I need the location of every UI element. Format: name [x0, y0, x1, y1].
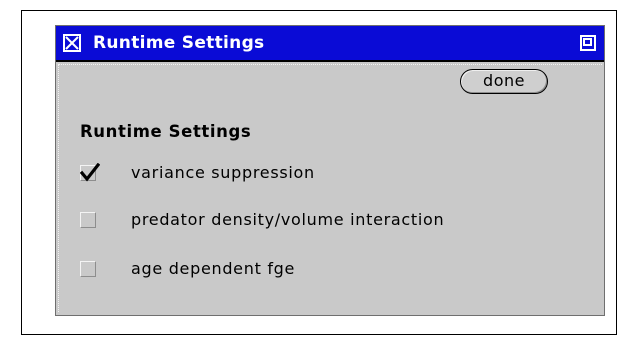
checkbox-predator-density[interactable] — [80, 212, 96, 228]
option-variance-suppression[interactable]: variance suppression — [80, 161, 580, 185]
section-heading: Runtime Settings — [80, 122, 252, 141]
runtime-settings-window: Runtime Settings done Runtime Settings v… — [55, 25, 605, 316]
option-label: variance suppression — [131, 163, 315, 182]
option-label: age dependent fge — [131, 259, 296, 278]
checkbox-variance-suppression[interactable] — [80, 163, 100, 182]
checkbox-age-dependent-fge[interactable] — [80, 261, 96, 277]
option-age-dependent-fge[interactable]: age dependent fge — [80, 257, 580, 281]
option-predator-density[interactable]: predator density/volume interaction — [80, 208, 580, 232]
done-button[interactable]: done — [460, 69, 548, 94]
title-bar[interactable]: Runtime Settings — [56, 26, 604, 62]
window-title: Runtime Settings — [93, 33, 265, 53]
close-x-icon[interactable] — [63, 34, 81, 52]
checkmark-icon — [80, 163, 100, 182]
resize-icon[interactable] — [580, 35, 596, 51]
option-label: predator density/volume interaction — [131, 210, 445, 229]
